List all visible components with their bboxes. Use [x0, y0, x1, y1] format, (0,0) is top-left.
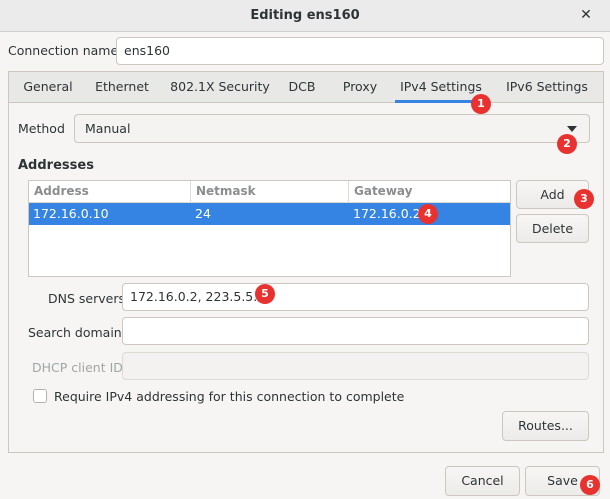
tab-general[interactable]: General	[15, 72, 81, 103]
search-domains-label: Search domains	[28, 325, 129, 340]
table-header: Address Netmask Gateway	[29, 181, 510, 203]
column-gateway[interactable]: Gateway	[349, 181, 510, 202]
tab-8021x-security[interactable]: 802.1X Security	[165, 72, 275, 103]
dhcp-client-id-input	[122, 352, 589, 380]
connection-name-input[interactable]: ens160	[116, 37, 604, 65]
annotation-badge-3: 3	[574, 189, 594, 209]
close-icon[interactable]: ✕	[578, 7, 594, 23]
routes-button[interactable]: Routes...	[502, 411, 589, 441]
dns-servers-input[interactable]: 172.16.0.2, 223.5.5.5	[122, 283, 589, 311]
require-ipv4-label[interactable]: Require IPv4 addressing for this connect…	[54, 389, 404, 404]
dhcp-client-id-label: DHCP client ID	[32, 360, 123, 375]
cell-gateway: 172.16.0.2	[353, 206, 421, 221]
search-domains-input[interactable]	[122, 317, 589, 345]
cell-netmask: 24	[195, 206, 211, 221]
method-value: Manual	[85, 121, 131, 136]
cell-address: 172.16.0.10	[33, 206, 109, 221]
tab-ethernet[interactable]: Ethernet	[87, 72, 157, 103]
annotation-badge-1: 1	[471, 94, 491, 114]
tab-bar: General Ethernet 802.1X Security DCB Pro…	[8, 71, 604, 103]
column-address[interactable]: Address	[29, 181, 191, 202]
window-title: Editing ens160	[250, 8, 360, 23]
connection-name-label: Connection name	[8, 43, 119, 58]
delete-button[interactable]: Delete	[516, 214, 589, 243]
method-dropdown[interactable]: Manual	[74, 114, 590, 143]
dropdown-arrow-icon	[567, 126, 577, 132]
column-netmask[interactable]: Netmask	[191, 181, 349, 202]
method-label: Method	[18, 121, 65, 136]
tab-dcb[interactable]: DCB	[281, 72, 323, 103]
dns-servers-label: DNS servers	[48, 291, 125, 306]
cancel-button[interactable]: Cancel	[445, 466, 520, 496]
annotation-badge-2: 2	[557, 134, 577, 154]
addresses-table: Address Netmask Gateway 172.16.0.10 24 1…	[28, 180, 511, 277]
tab-proxy[interactable]: Proxy	[335, 72, 385, 103]
annotation-badge-6: 6	[580, 475, 600, 495]
addresses-title: Addresses	[18, 158, 94, 173]
annotation-badge-4: 4	[418, 204, 438, 224]
require-ipv4-checkbox[interactable]	[33, 389, 47, 403]
tab-ipv6-settings[interactable]: IPv6 Settings	[499, 72, 595, 103]
titlebar: Editing ens160 ✕	[0, 0, 610, 32]
annotation-badge-5: 5	[255, 284, 275, 304]
